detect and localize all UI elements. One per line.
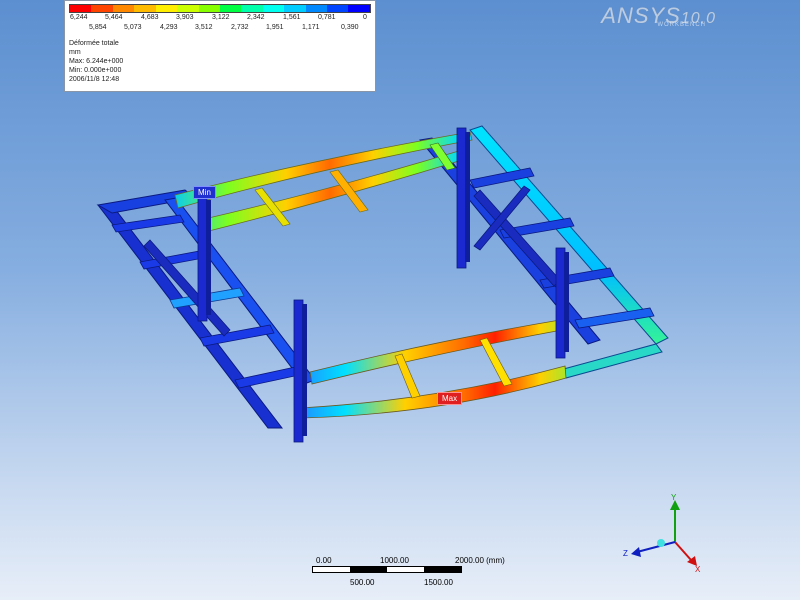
scale-label: 2000.00 (mm): [455, 556, 505, 565]
x-axis-arrow: [674, 541, 692, 561]
min-probe-tag[interactable]: Min: [193, 186, 216, 199]
triad-origin-sphere: [657, 539, 665, 547]
z-axis-arrow: [636, 541, 676, 553]
y-axis-label: Y: [671, 493, 677, 502]
scale-ruler: [312, 566, 462, 573]
scale-label: 500.00: [350, 578, 375, 587]
scale-label: 1000.00: [380, 556, 409, 565]
max-probe-tag[interactable]: Max: [437, 392, 463, 405]
coordinate-triad[interactable]: Y X Z: [615, 490, 705, 575]
z-axis-label: Z: [623, 549, 628, 558]
z-axis-arrowhead: [631, 547, 641, 557]
top-curved-beam: [174, 131, 473, 233]
scale-label: 1500.00: [424, 578, 453, 587]
scale-label: 0.00: [316, 556, 332, 565]
x-axis-label: X: [695, 565, 701, 574]
bottom-curved-beam: [299, 319, 567, 419]
